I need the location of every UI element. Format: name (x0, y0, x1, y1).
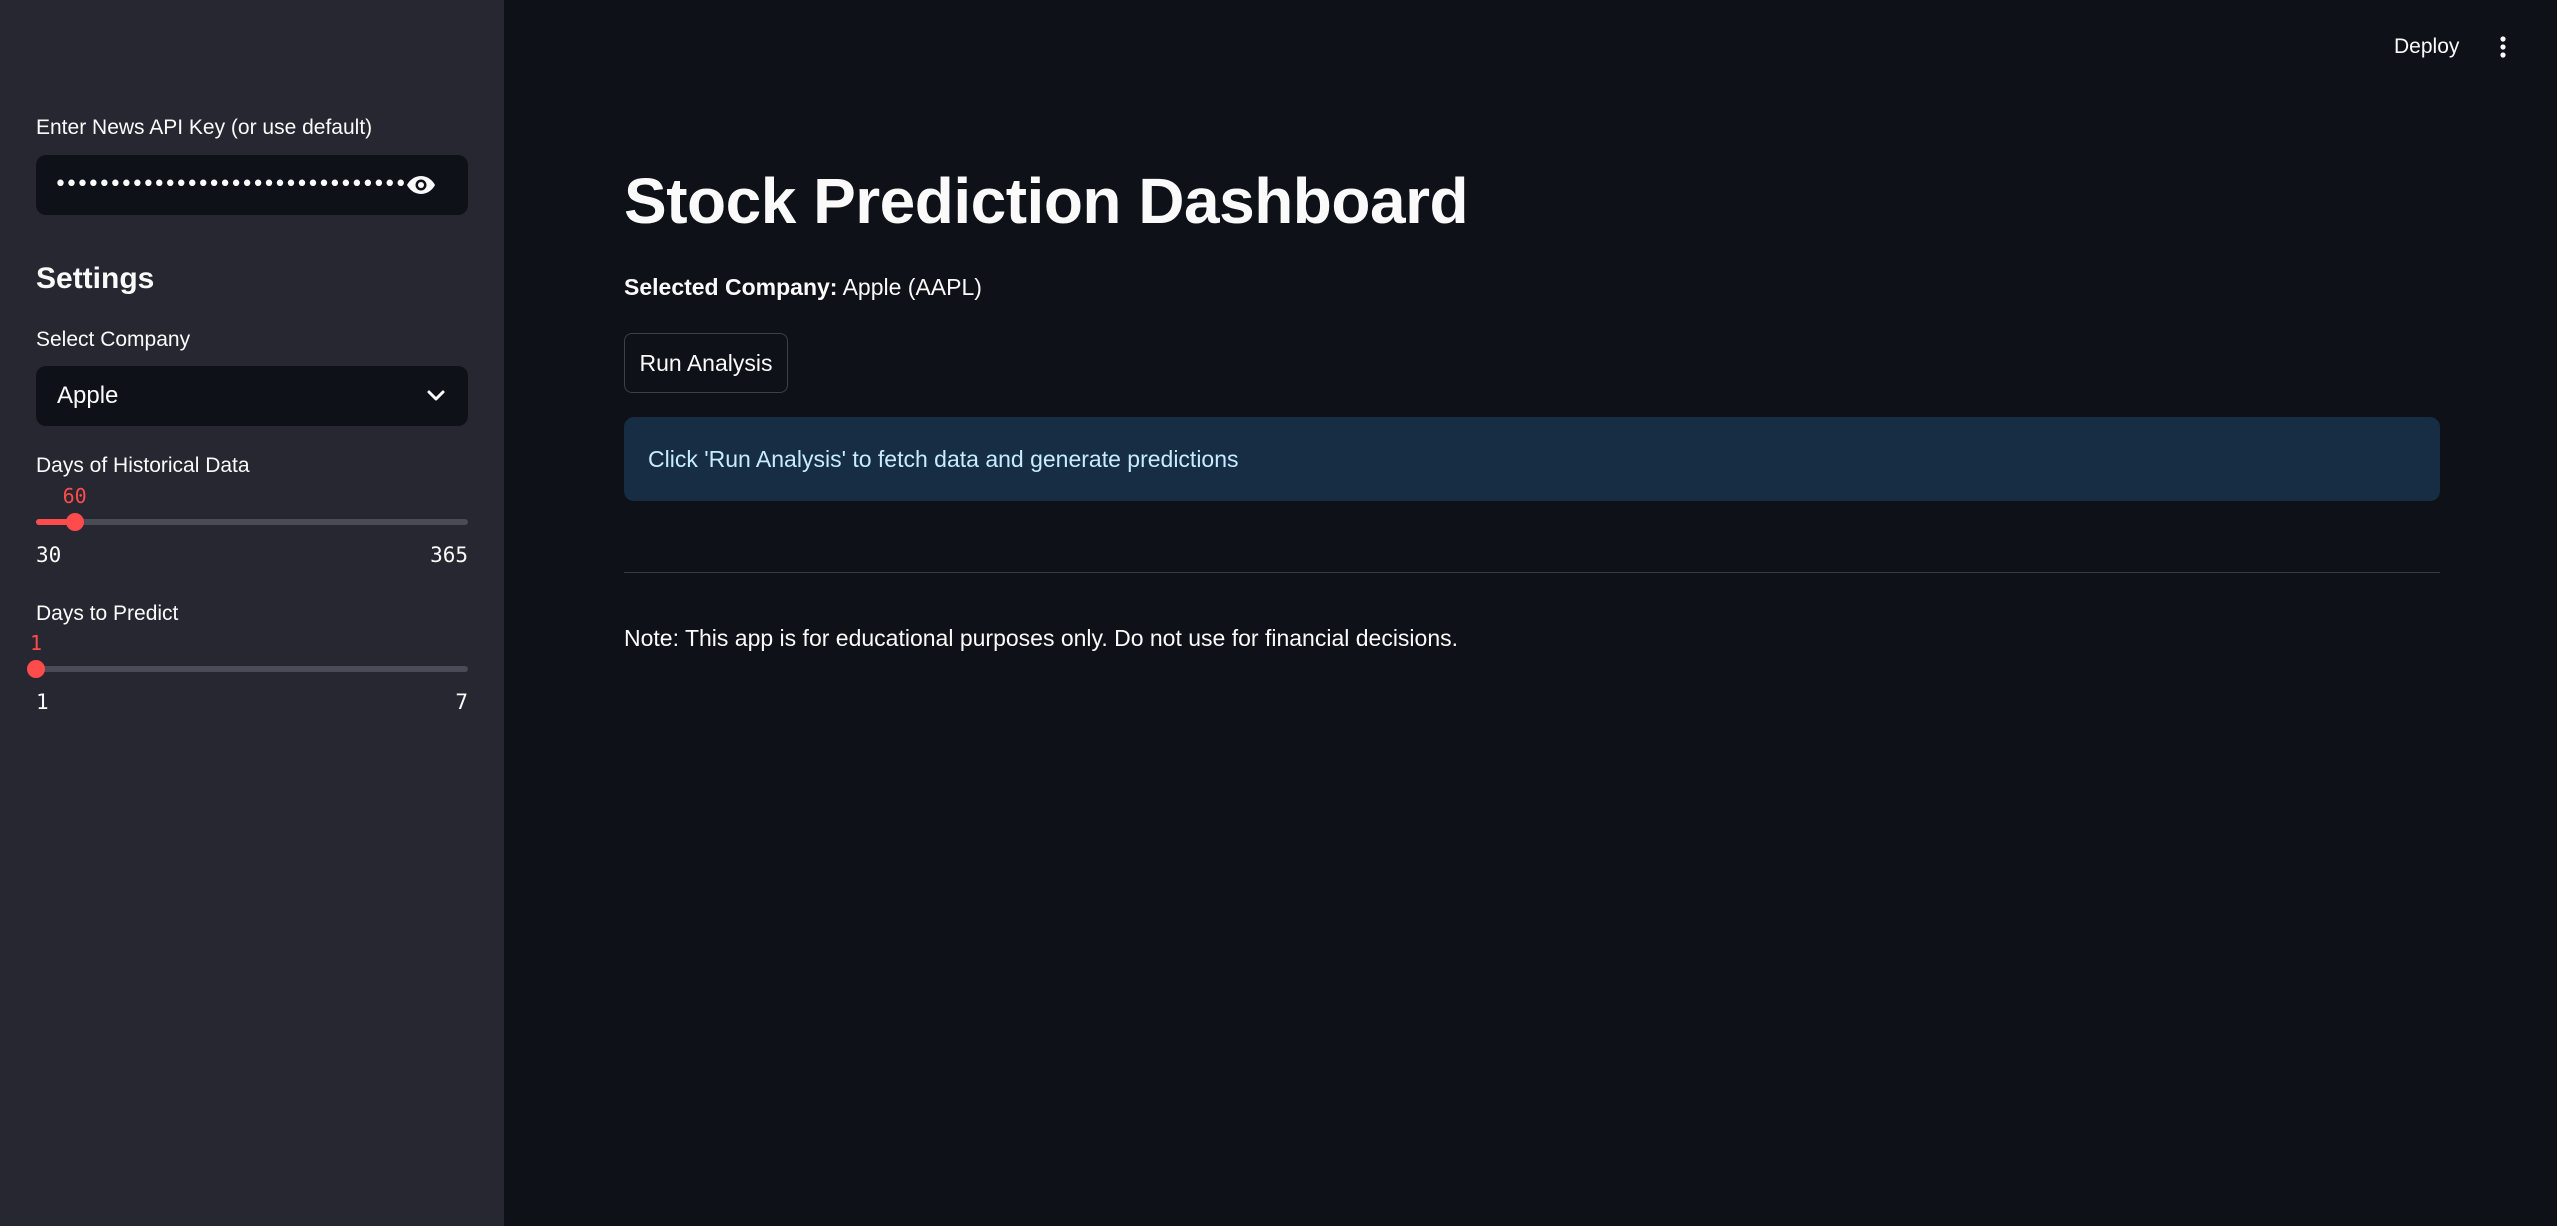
disclaimer-note: Note: This app is for educational purpos… (624, 625, 1459, 651)
chevron-down-icon (427, 390, 445, 401)
history-slider-max: 365 (430, 543, 468, 567)
info-alert-text: Click 'Run Analysis' to fetch data and g… (648, 446, 1239, 472)
history-slider-min: 30 (36, 543, 62, 567)
deploy-button[interactable]: Deploy (2384, 28, 2469, 66)
page-title: Stock Prediction Dashboard (624, 165, 1469, 237)
selected-company-label: Selected Company: (624, 274, 838, 300)
predict-slider[interactable] (27, 660, 468, 678)
settings-heading: Settings (36, 262, 155, 295)
api-key-input[interactable]: •••••••••••••••••••••••••••••••• (36, 155, 468, 215)
api-key-label: Enter News API Key (or use default) (36, 116, 373, 139)
history-slider[interactable] (36, 513, 468, 531)
predict-slider-thumb[interactable] (27, 660, 45, 678)
history-slider-value: 60 (62, 484, 87, 508)
company-select[interactable]: Apple (36, 366, 468, 426)
predict-slider-label: Days to Predict (36, 602, 179, 625)
run-analysis-button[interactable]: Run Analysis (624, 333, 788, 393)
api-key-value: •••••••••••••••••••••••••••••••• (54, 172, 407, 197)
company-select-label: Select Company (36, 328, 191, 351)
history-slider-thumb[interactable] (65, 513, 84, 531)
predict-slider-max: 7 (455, 690, 468, 714)
kebab-menu-icon[interactable] (2488, 30, 2518, 64)
selected-company-line: Selected Company: Apple (AAPL) (624, 274, 982, 301)
company-select-value: Apple (57, 382, 119, 409)
predict-slider-value: 1 (29, 631, 43, 655)
predict-slider-min: 1 (36, 690, 49, 714)
sidebar: Enter News API Key (or use default) ••••… (0, 0, 504, 1226)
info-alert: Click 'Run Analysis' to fetch data and g… (624, 417, 2440, 501)
history-slider-label: Days of Historical Data (36, 454, 250, 477)
selected-company-value: Apple (AAPL) (842, 274, 982, 300)
eye-icon[interactable] (406, 173, 436, 197)
divider (624, 572, 2440, 573)
